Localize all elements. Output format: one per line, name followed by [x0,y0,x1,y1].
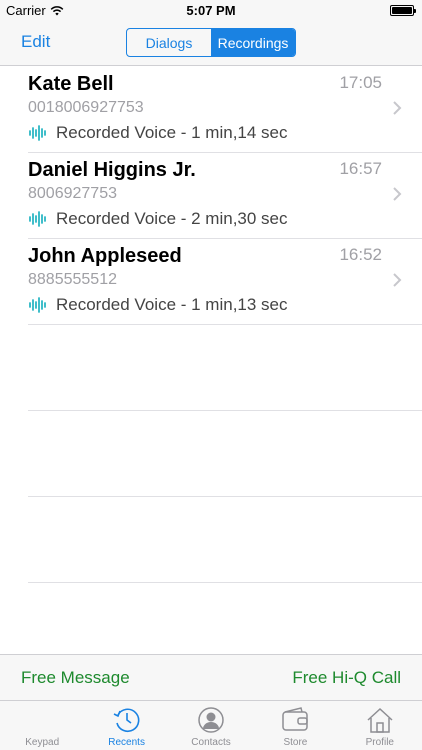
tab-label: Contacts [191,737,231,748]
edit-button[interactable]: Edit [21,32,50,52]
recording-label: Recorded Voice - 1 min,14 sec [56,123,288,142]
recording-info: Recorded Voice - 1 min,14 sec [28,123,288,143]
chevron-right-icon [393,101,402,115]
tab-label: Profile [365,737,394,748]
clock: 5:07 PM [186,3,236,18]
list-item[interactable]: Kate Bell 0018006927753 Recorded Voice -… [28,67,422,153]
tab-store[interactable]: Store [253,701,337,750]
tab-recents[interactable]: Recents [84,701,168,750]
voice-waveform-icon [29,125,46,141]
segment-dialogs[interactable]: Dialogs [127,29,211,56]
keypad-icon [27,706,57,734]
recording-label: Recorded Voice - 1 min,13 sec [56,295,288,314]
voice-waveform-icon [29,297,46,313]
tab-profile[interactable]: Profile [338,701,422,750]
tab-bar: Keypad Recents Contacts Store Profile [0,700,422,750]
navigation-bar: Edit Dialogs Recordings [0,22,422,66]
promo-bar: Free Message Free Hi-Q Call [0,654,422,700]
recording-info: Recorded Voice - 2 min,30 sec [28,209,288,229]
call-time: 16:52 [339,245,382,264]
list-item[interactable]: Daniel Higgins Jr. 8006927753 Recorded V… [28,153,422,239]
chevron-right-icon [393,273,402,287]
tab-label: Recents [108,737,145,748]
contact-name: John Appleseed [28,245,182,267]
empty-row-divider [28,497,422,583]
contact-name: Kate Bell [28,73,114,95]
list-item[interactable]: John Appleseed 8885555512 Recorded Voice… [28,239,422,325]
recents-clock-icon [113,708,140,732]
wallet-icon [282,707,309,731]
segmented-control: Dialogs Recordings [126,28,296,57]
tab-contacts[interactable]: Contacts [169,701,253,750]
tab-label: Keypad [25,737,60,748]
phone-number: 8006927753 [28,185,117,202]
call-time: 17:05 [339,73,382,92]
recording-label: Recorded Voice - 2 min,30 sec [56,209,288,228]
battery-icon [390,5,416,16]
home-icon [367,707,393,733]
phone-number: 0018006927753 [28,99,144,116]
empty-row-divider [28,325,422,411]
phone-number: 8885555512 [28,271,117,288]
contacts-person-icon [198,707,224,733]
voice-waveform-icon [29,211,46,227]
contact-name: Daniel Higgins Jr. [28,159,196,181]
call-time: 16:57 [339,159,382,178]
recordings-list: Kate Bell 0018006927753 Recorded Voice -… [0,67,422,654]
tab-keypad[interactable]: Keypad [0,701,84,750]
free-message-button[interactable]: Free Message [21,668,130,688]
status-bar: Carrier 5:07 PM [0,0,422,22]
tab-label: Store [283,737,308,748]
empty-row-divider [28,411,422,497]
chevron-right-icon [393,187,402,201]
free-call-button[interactable]: Free Hi-Q Call [292,668,401,688]
segment-recordings[interactable]: Recordings [211,29,295,56]
recording-info: Recorded Voice - 1 min,13 sec [28,295,288,315]
